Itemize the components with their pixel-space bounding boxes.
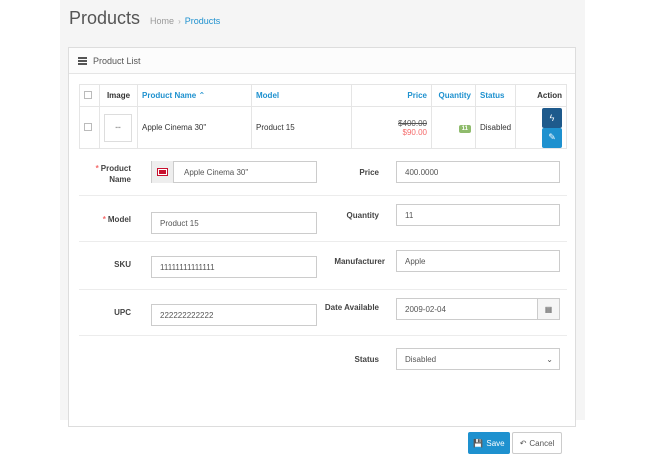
row-model: Product 15	[251, 106, 352, 149]
sku-input[interactable]: 11111111111111	[151, 256, 317, 278]
row-product-name: Apple Cinema 30"	[137, 106, 252, 149]
floppy-icon: 💾	[473, 438, 484, 448]
sort-asc-icon: ⌃	[198, 91, 206, 100]
date-available-value: 2009-02-04	[405, 304, 446, 314]
row-actions: ϟ ✎	[515, 106, 567, 149]
save-label: Save	[486, 438, 505, 448]
main-content: Products Home › Products Product List Im…	[60, 0, 585, 454]
form-row-1: * Product Name Apple Cinema 30" Price 400…	[79, 149, 567, 195]
form-row-4: UPC 222222222222 Date Available 2009-02-…	[79, 289, 567, 335]
table-header-row: Image Product Name ⌃ Model Price Quantit…	[79, 84, 567, 107]
row-image-cell: ▪▪▪	[99, 106, 138, 149]
row-price-special: $90.00	[402, 127, 427, 137]
row-checkbox[interactable]	[84, 122, 92, 131]
thumbnail-placeholder: ▪▪▪	[115, 124, 121, 131]
save-button[interactable]: 💾 Save	[468, 432, 510, 454]
manufacturer-input[interactable]: Apple	[396, 250, 560, 272]
page-title: Products	[69, 8, 141, 28]
price-input[interactable]: 400.0000	[396, 161, 560, 183]
model-label: * Model	[102, 215, 131, 224]
header-product-name[interactable]: Product Name ⌃	[137, 84, 252, 107]
form-row-2: * Model Product 15 Quantity 11	[79, 195, 567, 241]
panel-title: Product List	[93, 55, 141, 66]
panel-heading: Product List	[69, 48, 575, 74]
quantity-badge: 11	[458, 125, 471, 133]
right-margin	[585, 0, 650, 420]
product-name-label: * Product Name	[95, 164, 131, 184]
product-table: Image Product Name ⌃ Model Price Quantit…	[79, 84, 567, 149]
undo-arrow-icon: ↶	[519, 438, 527, 448]
upc-input[interactable]: 222222222222	[151, 304, 317, 326]
status-selected-value: Disabled	[405, 354, 437, 364]
page-header: Products Home › Products	[69, 8, 220, 29]
upc-label: UPC	[114, 308, 131, 317]
date-available-label: Date Available	[324, 303, 379, 312]
model-input[interactable]: Product 15	[151, 212, 317, 234]
breadcrumb-separator: ›	[178, 16, 181, 26]
price-label: Price	[359, 168, 379, 177]
row-select-cell	[79, 106, 100, 149]
row-price-old: $400.00	[398, 118, 427, 128]
required-mark: *	[95, 164, 99, 173]
quantity-input[interactable]: 11	[396, 204, 560, 226]
row-quantity-cell: 11	[431, 106, 476, 149]
select-all-cell	[79, 84, 100, 107]
left-margin	[0, 0, 60, 420]
form-row-3: SKU 11111111111111 Manufacturer Apple	[79, 241, 567, 289]
breadcrumb: Home › Products	[150, 16, 220, 26]
header-quantity[interactable]: Quantity	[431, 84, 476, 107]
bolt-icon: ϟ	[549, 112, 555, 123]
breadcrumb-home[interactable]: Home	[150, 16, 174, 26]
required-mark: *	[102, 215, 106, 224]
chevron-down-icon: ⌄	[546, 355, 553, 364]
uk-flag-icon	[152, 161, 174, 183]
header-action: Action	[515, 84, 567, 107]
product-name-input[interactable]: Apple Cinema 30"	[151, 161, 317, 183]
date-available-input[interactable]: 2009-02-04 ▦	[396, 298, 560, 320]
pencil-icon: ✎	[548, 132, 556, 142]
header-status[interactable]: Status	[474, 84, 517, 107]
product-list-panel: Product List Image Product Name ⌃ Model …	[68, 47, 576, 454]
calendar-button[interactable]: ▦	[537, 299, 559, 319]
status-select[interactable]: Disabled ⌄	[396, 348, 560, 370]
cancel-button[interactable]: ↶ Cancel	[512, 432, 562, 454]
calendar-icon: ▦	[544, 304, 553, 314]
edit-button[interactable]: ✎	[542, 127, 562, 148]
cancel-label: Cancel	[529, 438, 555, 448]
manufacturer-label: Manufacturer	[334, 257, 385, 266]
quantity-label: Quantity	[346, 211, 379, 220]
list-icon	[78, 56, 87, 65]
quick-edit-form: * Product Name Apple Cinema 30" Price 400…	[79, 149, 567, 454]
breadcrumb-products[interactable]: Products	[185, 16, 221, 26]
product-thumbnail: ▪▪▪	[104, 113, 132, 142]
sku-label: SKU	[114, 260, 131, 269]
filter-button[interactable]: ϟ	[542, 107, 562, 128]
status-label: Status	[354, 355, 379, 364]
header-product-name-label: Product Name	[142, 91, 197, 100]
form-row-5: Status Disabled ⌄	[79, 335, 567, 377]
row-status: Disabled	[474, 106, 517, 149]
select-all-checkbox[interactable]	[84, 90, 92, 99]
header-price[interactable]: Price	[351, 84, 432, 107]
header-model[interactable]: Model	[251, 84, 352, 107]
header-image: Image	[99, 84, 138, 107]
table-row: ▪▪▪ Apple Cinema 30" Product 15 $400.00 …	[79, 106, 567, 149]
product-name-value: Apple Cinema 30"	[184, 167, 249, 177]
row-price-cell: $400.00 $90.00	[351, 106, 432, 149]
